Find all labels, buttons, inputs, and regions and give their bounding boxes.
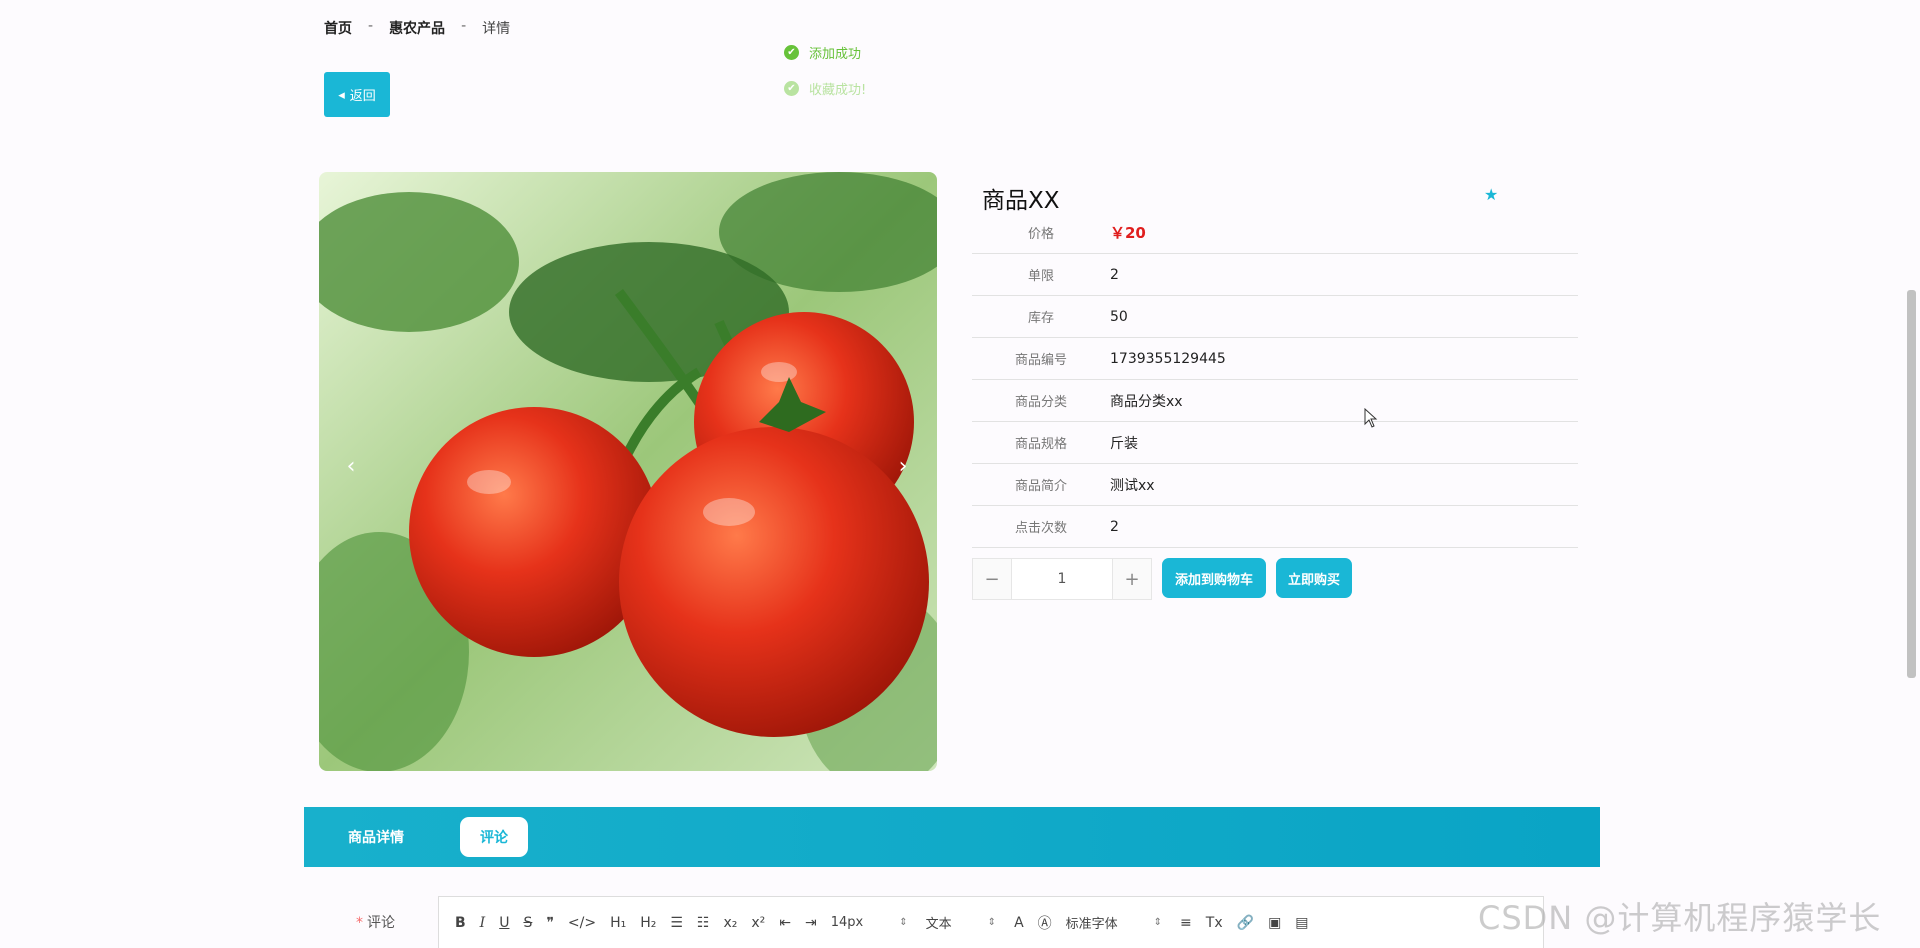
header-value: 文本	[925, 917, 952, 932]
font-family-value: 标准字体	[1065, 917, 1118, 932]
attr-label: 价格	[1027, 227, 1054, 242]
product-title: 商品XX	[982, 188, 1060, 214]
attr-row-intro: 商品简介 测试xx	[972, 464, 1578, 506]
bullet-list-icon[interactable]: ☷	[697, 915, 710, 931]
header-select[interactable]: 文本 ⇕	[926, 913, 996, 932]
attr-label: 商品分类	[1014, 395, 1067, 410]
carousel-prev-button[interactable]: ‹	[339, 454, 363, 479]
toast-favorite-success: ✔ 收藏成功!	[784, 70, 866, 106]
tomatoes-photo	[319, 172, 937, 771]
breadcrumb-category[interactable]: 惠农产品	[389, 18, 445, 38]
heading-2-button[interactable]: H₂	[640, 915, 656, 931]
heading-1-button[interactable]: H₁	[610, 915, 626, 931]
video-icon[interactable]: ▤	[1295, 915, 1308, 931]
comment-field-label: * 评论	[356, 912, 395, 932]
toast-stack: ✔ 添加成功 ✔ 收藏成功!	[784, 34, 866, 106]
toast-text: 收藏成功!	[809, 82, 867, 98]
subscript-button[interactable]: x₂	[723, 915, 737, 931]
underline-button[interactable]: U	[499, 915, 509, 931]
background-color-icon[interactable]: Ⓐ	[1038, 913, 1052, 933]
image-icon[interactable]: ▣	[1268, 915, 1281, 931]
breadcrumb: 首页 - 惠农产品 - 详情	[324, 18, 510, 38]
link-icon[interactable]: 🔗	[1237, 915, 1254, 931]
attr-row-code: 商品编号 1739355129445	[972, 338, 1578, 380]
breadcrumb-separator: -	[461, 18, 467, 34]
attr-row-spec: 商品规格 斤装	[972, 422, 1578, 464]
attr-label: 商品规格	[1014, 437, 1067, 452]
check-circle-icon: ✔	[784, 44, 799, 60]
product-attributes: 价格 ￥20 单限 2 库存 50 商品编号 1739355129445 商品分…	[972, 212, 1578, 548]
attr-row-stock: 库存 50	[972, 296, 1578, 338]
carousel-next-button[interactable]: ›	[891, 454, 915, 479]
quantity-stepper: − +	[972, 558, 1152, 600]
required-mark: *	[356, 915, 363, 931]
toast-add-success: ✔ 添加成功	[784, 34, 866, 70]
outdent-icon[interactable]: ⇤	[779, 915, 791, 931]
code-icon[interactable]: </>	[568, 915, 596, 931]
attr-label: 库存	[1027, 311, 1054, 326]
superscript-button[interactable]: x²	[751, 915, 765, 931]
star-icon[interactable]: ★	[1484, 185, 1498, 204]
buy-now-button[interactable]: 立即购买	[1276, 558, 1352, 598]
toast-text: 添加成功	[809, 46, 862, 62]
page-scrollbar[interactable]	[1907, 290, 1916, 678]
attr-value: 测试xx	[1110, 477, 1155, 494]
attr-label: 单限	[1027, 269, 1054, 284]
attr-label: 点击次数	[1014, 521, 1067, 536]
breadcrumb-home[interactable]: 首页	[324, 18, 352, 38]
font-size-select[interactable]: 14px ⇕	[831, 915, 908, 930]
quantity-increase-button[interactable]: +	[1112, 559, 1151, 599]
check-circle-icon: ✔	[784, 80, 799, 96]
tab-comments[interactable]: 评论	[460, 817, 528, 857]
tab-product-details[interactable]: 商品详情	[328, 817, 424, 857]
text-color-icon[interactable]: A	[1014, 915, 1024, 931]
attr-row-category: 商品分类 商品分类xx	[972, 380, 1578, 422]
back-button-label: 返回	[349, 88, 376, 103]
ordered-list-icon[interactable]: ☰	[670, 915, 683, 931]
attr-value: 2	[1110, 266, 1119, 283]
comment-label-text: 评论	[367, 915, 395, 931]
attr-value: 50	[1110, 308, 1128, 325]
sort-arrows-icon: ⇕	[987, 917, 997, 928]
attr-value: 斤装	[1110, 435, 1138, 452]
attr-value: 1739355129445	[1110, 350, 1226, 367]
watermark: CSDN @计算机程序猿学长	[1478, 899, 1882, 937]
back-button[interactable]: ◂ 返回	[324, 72, 390, 117]
breadcrumb-current: 详情	[482, 21, 511, 37]
product-image-carousel[interactable]: ‹ ›	[319, 172, 937, 771]
italic-button[interactable]: I	[480, 915, 486, 931]
attr-value: 商品分类xx	[1110, 393, 1183, 410]
detail-tabs: 商品详情 评论	[304, 807, 1600, 867]
caret-left-icon: ◂	[338, 86, 345, 102]
quantity-input[interactable]	[1012, 559, 1112, 599]
attr-row-price: 价格 ￥20	[972, 212, 1578, 254]
attr-row-clicks: 点击次数 2	[972, 506, 1578, 548]
attr-value-price: ￥20	[1110, 224, 1146, 242]
font-family-select[interactable]: 标准字体 ⇕	[1066, 913, 1162, 932]
mouse-cursor-icon	[1364, 408, 1378, 428]
attr-label: 商品简介	[1014, 479, 1067, 494]
quote-icon[interactable]: ❞	[546, 915, 554, 931]
font-size-value: 14px	[830, 915, 864, 930]
strike-button[interactable]: S	[523, 915, 532, 931]
rich-text-toolbar: B I U S ❞ </> H₁ H₂ ☰ ☷ x₂ x² ⇤ ⇥ 14px ⇕ …	[438, 896, 1544, 948]
breadcrumb-separator: -	[368, 18, 374, 34]
align-icon[interactable]: ≡	[1180, 915, 1192, 931]
sort-arrows-icon: ⇕	[1153, 917, 1163, 928]
attr-row-limit: 单限 2	[972, 254, 1578, 296]
add-to-cart-button[interactable]: 添加到购物车	[1162, 558, 1266, 598]
indent-icon[interactable]: ⇥	[805, 915, 817, 931]
clean-format-icon[interactable]: Tx	[1206, 915, 1223, 931]
sort-arrows-icon: ⇕	[899, 917, 908, 928]
bold-button[interactable]: B	[455, 915, 466, 931]
attr-value: 2	[1110, 518, 1119, 535]
attr-label: 商品编号	[1014, 353, 1067, 368]
quantity-decrease-button[interactable]: −	[973, 559, 1012, 599]
